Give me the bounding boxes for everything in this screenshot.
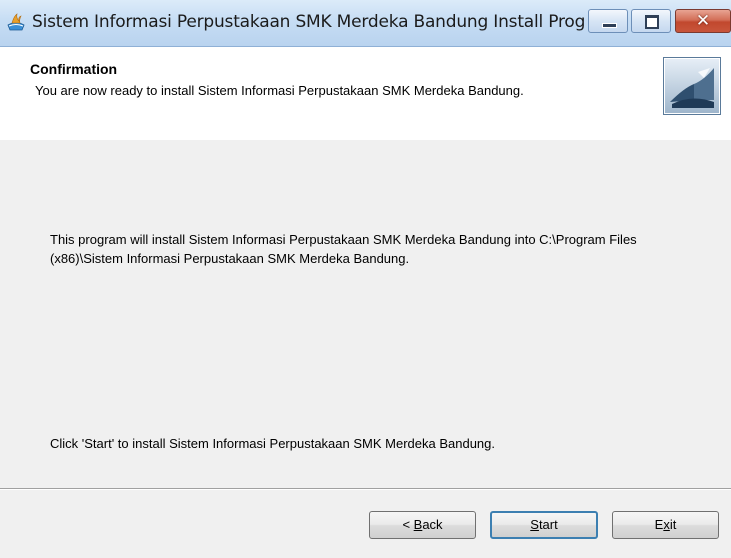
wizard-header: Confirmation You are now ready to instal… — [0, 47, 731, 140]
exit-button-rest: it — [669, 517, 677, 532]
header-divider — [0, 139, 731, 140]
installer-app-icon[interactable] — [6, 12, 26, 32]
minimize-icon — [602, 23, 617, 28]
installer-window: Sistem Informasi Perpustakaan SMK Merdek… — [0, 0, 731, 558]
maximize-icon — [645, 15, 659, 29]
page-title: Confirmation — [30, 61, 118, 77]
back-button[interactable]: < Back — [369, 511, 476, 539]
setup-logo-icon — [663, 57, 721, 115]
minimize-button[interactable] — [588, 9, 628, 33]
install-path-text: This program will install Sistem Informa… — [50, 232, 637, 266]
start-button[interactable]: Start — [490, 511, 598, 539]
start-button-rest: tart — [538, 517, 558, 532]
back-button-rest: ack — [422, 517, 443, 532]
exit-button[interactable]: Exit — [612, 511, 719, 539]
window-title: Sistem Informasi Perpustakaan SMK Merdek… — [32, 12, 586, 32]
close-button[interactable]: ✕ — [675, 9, 731, 33]
back-button-prefix: < — [402, 517, 414, 532]
start-button-mnemonic: S — [530, 517, 539, 532]
close-icon: ✕ — [695, 11, 711, 31]
start-instruction-text: Click 'Start' to install Sistem Informas… — [50, 436, 495, 451]
title-bar[interactable]: Sistem Informasi Perpustakaan SMK Merdek… — [0, 0, 731, 47]
footer-divider-highlight — [0, 489, 731, 490]
page-subtitle: You are now ready to install Sistem Info… — [35, 83, 524, 98]
maximize-button[interactable] — [631, 9, 671, 33]
